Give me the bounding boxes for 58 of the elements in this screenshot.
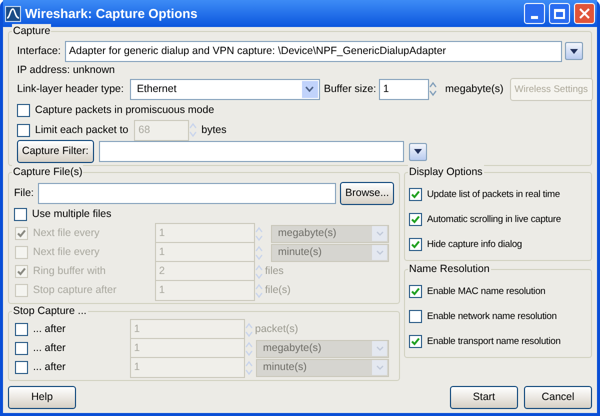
group-title: Capture File(s)	[12, 165, 84, 179]
field-label: Link-layer header type:	[17, 82, 124, 96]
window-title: Wireshark: Capture Options	[25, 7, 199, 20]
checkbox-label[interactable]: ... after	[33, 323, 66, 336]
checkbox[interactable]	[14, 208, 27, 221]
field-label: Buffer size:	[324, 82, 376, 96]
input-field[interactable]: Adapter for generic dialup and VPN capture: \Device\NPF_GenericDialupAdapter	[65, 40, 562, 62]
button[interactable]: Start	[450, 386, 518, 409]
checkbox[interactable]	[15, 361, 28, 374]
checkbox-label[interactable]: Enable MAC name resolution	[427, 285, 546, 298]
caret-icon	[570, 48, 578, 54]
checkbox-label[interactable]: ... after	[33, 342, 66, 355]
field-label: Interface:	[17, 44, 62, 58]
minimize-button[interactable]	[524, 3, 545, 24]
field-label: File:	[14, 186, 35, 200]
unit-label: megabyte(s)	[445, 82, 504, 96]
button[interactable]: Capture Filter:	[17, 140, 94, 163]
ip-address-text: IP address: unknown	[17, 64, 115, 76]
checkbox-label[interactable]: ... after	[33, 361, 66, 374]
checkbox-label[interactable]: Enable transport name resolution	[427, 335, 561, 348]
checkbox[interactable]	[17, 104, 30, 116]
unit-label: bytes	[201, 124, 226, 136]
checkbox-label[interactable]: Hide capture info dialog	[427, 238, 522, 251]
checkbox-label[interactable]: Enable network name resolution	[427, 310, 557, 323]
checkbox-label[interactable]: Limit each packet to	[35, 124, 128, 136]
checkbox-label[interactable]: Capture packets in promiscuous mode	[35, 104, 214, 116]
checkbox[interactable]	[15, 342, 28, 355]
group-title: Capture	[12, 24, 52, 38]
close-icon	[579, 8, 590, 19]
group-title: Stop Capture ...	[12, 304, 88, 318]
checkbox[interactable]	[409, 238, 422, 251]
dropdown[interactable]: Ethernet	[130, 78, 320, 100]
caret-icon	[414, 149, 422, 154]
unit-label: files	[265, 265, 284, 278]
checkbox[interactable]	[409, 335, 422, 348]
checkbox-label[interactable]: Use multiple files	[32, 208, 112, 221]
close-button[interactable]	[574, 3, 595, 24]
input-field[interactable]	[38, 182, 336, 204]
button[interactable]: Help	[8, 386, 76, 409]
app-icon	[5, 6, 21, 22]
dropdown-button[interactable]	[565, 42, 583, 60]
button[interactable]: Cancel	[524, 386, 592, 409]
checkbox[interactable]	[15, 323, 28, 336]
checkbox[interactable]	[409, 285, 422, 298]
unit-label: file(s)	[265, 284, 291, 297]
checkbox[interactable]	[17, 124, 30, 136]
input-field[interactable]: 1	[379, 78, 430, 100]
checkbox-label[interactable]: Automatic scrolling in live capture	[427, 213, 561, 226]
button[interactable]: Browse...	[340, 182, 394, 204]
checkbox[interactable]	[409, 213, 422, 226]
group-title: Display Options	[408, 165, 484, 179]
checkbox[interactable]	[409, 188, 422, 201]
input-field[interactable]	[98, 141, 404, 162]
unit-label: packet(s)	[255, 323, 298, 336]
dropdown-button[interactable]	[408, 142, 427, 160]
checkbox[interactable]	[409, 310, 422, 323]
maximize-button[interactable]	[549, 3, 570, 24]
checkbox-label[interactable]: Update list of packets in real time	[427, 188, 560, 201]
